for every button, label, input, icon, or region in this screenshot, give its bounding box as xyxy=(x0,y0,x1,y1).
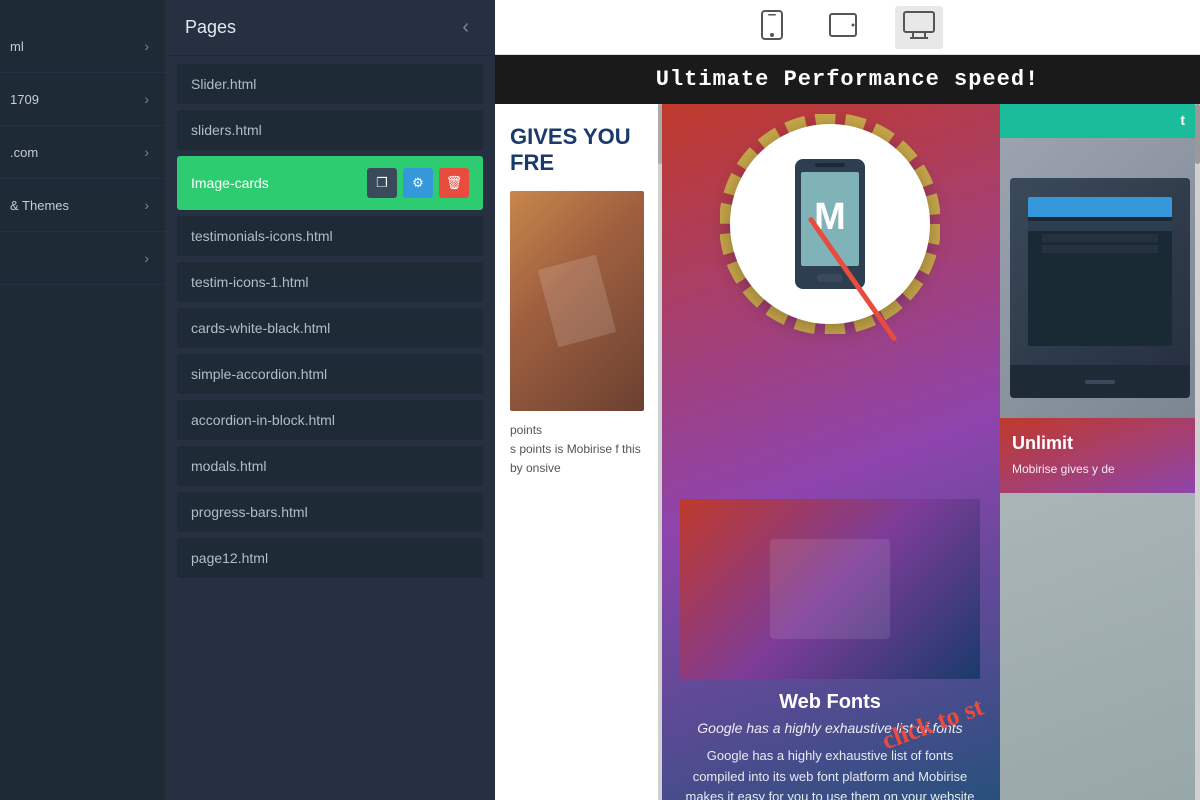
left-scroll-thumb[interactable] xyxy=(658,104,662,164)
scroll-track xyxy=(1195,104,1200,800)
page-item-image-cards[interactable]: Image-cards ❐ ⚙ 🗑 xyxy=(177,156,483,210)
page-label-simple-accordion: simple-accordion.html xyxy=(191,366,327,382)
chevron-icon-1: › xyxy=(144,38,149,54)
preview-area: Ultimate Performance speed! GIVES YOU FR… xyxy=(495,55,1200,800)
gives-text: GIVES YOU FRE xyxy=(510,124,644,176)
page-label-testimonials-icons: testimonials-icons.html xyxy=(191,228,333,244)
page-item-modals[interactable]: modals.html xyxy=(177,446,483,486)
sidebar-label-2: 1709 xyxy=(10,92,39,107)
desktop-icon xyxy=(903,11,935,39)
unlimited-subtitle: Mobirise gives y de xyxy=(1012,460,1188,478)
chevron-icon-2: › xyxy=(144,91,149,107)
sidebar-label-themes: & Themes xyxy=(10,198,69,213)
page-label-cards-white-black: cards-white-black.html xyxy=(191,320,330,336)
page-item-testimonials-icons[interactable]: testimonials-icons.html xyxy=(177,216,483,256)
left-points-text: points s points is Mobirise f this by on… xyxy=(510,421,644,479)
page-item-accordion-in-block[interactable]: accordion-in-block.html xyxy=(177,400,483,440)
page-settings-button[interactable]: ⚙ xyxy=(403,168,433,198)
main-area: Ultimate Performance speed! GIVES YOU FR… xyxy=(495,0,1200,800)
phone-svg: M xyxy=(785,154,875,294)
pages-panel: Pages ‹ Slider.html sliders.html Image-c… xyxy=(165,0,495,800)
scroll-thumb[interactable] xyxy=(1195,104,1200,164)
page-item-sliders[interactable]: sliders.html xyxy=(177,110,483,150)
sidebar-item-5[interactable]: › xyxy=(0,232,165,285)
pages-header: Pages ‹ xyxy=(165,0,495,56)
page-item-cards-white-black[interactable]: cards-white-black.html xyxy=(177,308,483,348)
page-copy-button[interactable]: ❐ xyxy=(367,168,397,198)
page-label-sliders: sliders.html xyxy=(191,122,262,138)
preview-content: Ultimate Performance speed! GIVES YOU FR… xyxy=(495,55,1200,800)
page-label-progress-bars: progress-bars.html xyxy=(191,504,308,520)
page-item-slider[interactable]: Slider.html xyxy=(177,64,483,104)
web-fonts-section: Web Fonts Google has a highly exhaustive… xyxy=(660,479,1000,800)
web-fonts-body: Google has a highly exhaustive list of f… xyxy=(680,746,980,800)
page-item-page12[interactable]: page12.html xyxy=(177,538,483,578)
mobile-icon xyxy=(761,10,783,40)
toolbar xyxy=(495,0,1200,55)
sidebar-item-2[interactable]: 1709 › xyxy=(0,73,165,126)
page-item-progress-bars[interactable]: progress-bars.html xyxy=(177,492,483,532)
sidebar-label-3: .com xyxy=(10,145,38,160)
sidebar-item-1[interactable]: ml › xyxy=(0,20,165,73)
chevron-icon-4: › xyxy=(144,197,149,213)
chevron-icon-3: › xyxy=(144,144,149,160)
sidebar-item-themes[interactable]: & Themes › xyxy=(0,179,165,232)
page-item-actions: ❐ ⚙ 🗑 xyxy=(367,168,469,198)
page-label-testim-icons-1: testim-icons-1.html xyxy=(191,274,308,290)
unlimited-title: Unlimit xyxy=(1012,433,1188,454)
sidebar-item-3[interactable]: .com › xyxy=(0,126,165,179)
left-sidebar: ml › 1709 › .com › & Themes › › xyxy=(0,0,165,800)
tablet-device-button[interactable] xyxy=(821,6,865,49)
page-delete-button[interactable]: 🗑 xyxy=(439,168,469,198)
chevron-icon-5: › xyxy=(144,250,149,266)
right-header-btn: t xyxy=(1180,112,1185,128)
sidebar-label-1: ml xyxy=(10,39,24,54)
page-label-accordion-in-block: accordion-in-block.html xyxy=(191,412,335,428)
pages-close-button[interactable]: ‹ xyxy=(456,14,475,41)
page-label-image-cards: Image-cards xyxy=(191,175,269,191)
right-preview-col: t xyxy=(1000,104,1200,800)
tablet-icon xyxy=(829,11,857,39)
page-item-simple-accordion[interactable]: simple-accordion.html xyxy=(177,354,483,394)
mobile-device-button[interactable] xyxy=(753,5,791,50)
page-label-modals: modals.html xyxy=(191,458,266,474)
page-item-testim-icons-1[interactable]: testim-icons-1.html xyxy=(177,262,483,302)
page-label-page12: page12.html xyxy=(191,550,268,566)
pages-title: Pages xyxy=(185,17,236,38)
banner: Ultimate Performance speed! xyxy=(495,55,1200,104)
banner-text: Ultimate Performance speed! xyxy=(656,67,1039,92)
page-label-slider: Slider.html xyxy=(191,76,256,92)
left-scroll-track xyxy=(658,104,662,800)
unlimited-section: Unlimit Mobirise gives y de xyxy=(1000,418,1200,493)
pages-list: Slider.html sliders.html Image-cards ❐ ⚙… xyxy=(165,56,495,800)
desktop-device-button[interactable] xyxy=(895,6,943,49)
